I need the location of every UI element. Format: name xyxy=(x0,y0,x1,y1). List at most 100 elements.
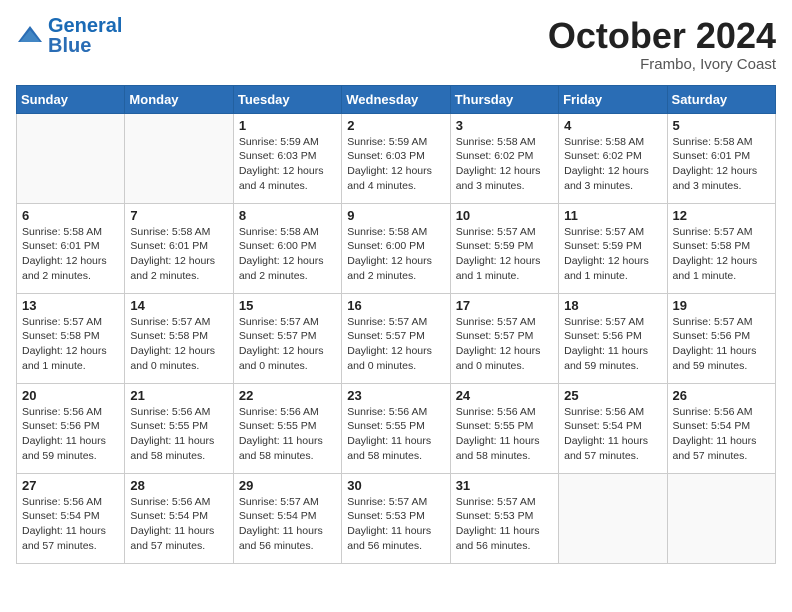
table-row: 29 Sunrise: 5:57 AM Sunset: 5:54 PM Dayli… xyxy=(233,473,341,563)
day-info: Sunrise: 5:58 AM Sunset: 6:01 PM Dayligh… xyxy=(673,135,770,194)
day-info: Sunrise: 5:56 AM Sunset: 5:55 PM Dayligh… xyxy=(130,405,227,464)
calendar-header-row: Sunday Monday Tuesday Wednesday Thursday… xyxy=(17,85,776,113)
header-saturday: Saturday xyxy=(667,85,775,113)
location-subtitle: Frambo, Ivory Coast xyxy=(548,56,776,73)
page-header: GeneralBlue October 2024 Frambo, Ivory C… xyxy=(16,16,776,73)
day-info: Sunrise: 5:58 AM Sunset: 6:00 PM Dayligh… xyxy=(347,225,444,284)
table-row: 4 Sunrise: 5:58 AM Sunset: 6:02 PM Daylig… xyxy=(559,113,667,203)
day-info: Sunrise: 5:57 AM Sunset: 5:57 PM Dayligh… xyxy=(456,315,553,374)
day-number: 1 xyxy=(239,118,336,133)
day-info: Sunrise: 5:58 AM Sunset: 6:02 PM Dayligh… xyxy=(456,135,553,194)
header-friday: Friday xyxy=(559,85,667,113)
header-monday: Monday xyxy=(125,85,233,113)
table-row: 28Sunrise: 5:56 AM Sunset: 5:54 PM Dayli… xyxy=(125,473,233,563)
day-number: 27 xyxy=(22,478,119,493)
day-info: Sunrise: 5:56 AM Sunset: 5:56 PM Dayligh… xyxy=(22,405,119,464)
table-row: 9 Sunrise: 5:58 AM Sunset: 6:00 PM Daylig… xyxy=(342,203,450,293)
month-title: October 2024 xyxy=(548,16,776,56)
table-row: 21 Sunrise: 5:56 AM Sunset: 5:55 PM Dayli… xyxy=(125,383,233,473)
day-info: Sunrise: 5:58 AM Sunset: 6:00 PM Dayligh… xyxy=(239,225,336,284)
table-row: 24 Sunrise: 5:56 AM Sunset: 5:55 PM Dayli… xyxy=(450,383,558,473)
table-row: 6Sunrise: 5:58 AM Sunset: 6:01 PM Daylig… xyxy=(17,203,125,293)
logo-text: GeneralBlue xyxy=(48,16,122,56)
day-info: Sunrise: 5:59 AM Sunset: 6:03 PM Dayligh… xyxy=(347,135,444,194)
day-number: 31 xyxy=(456,478,553,493)
table-row: 31 Sunrise: 5:57 AM Sunset: 5:53 PM Dayli… xyxy=(450,473,558,563)
week-row-1: 1 Sunrise: 5:59 AM Sunset: 6:03 PM Daylig… xyxy=(17,113,776,203)
day-number: 12 xyxy=(673,208,770,223)
header-thursday: Thursday xyxy=(450,85,558,113)
day-number: 17 xyxy=(456,298,553,313)
table-row: 10Sunrise: 5:57 AM Sunset: 5:59 PM Dayli… xyxy=(450,203,558,293)
day-number: 29 xyxy=(239,478,336,493)
table-row xyxy=(667,473,775,563)
table-row: 25 Sunrise: 5:56 AM Sunset: 5:54 PM Dayli… xyxy=(559,383,667,473)
day-number: 24 xyxy=(456,388,553,403)
day-number: 13 xyxy=(22,298,119,313)
day-number: 23 xyxy=(347,388,444,403)
title-block: October 2024 Frambo, Ivory Coast xyxy=(548,16,776,73)
day-info: Sunrise: 5:58 AM Sunset: 6:02 PM Dayligh… xyxy=(564,135,661,194)
day-number: 2 xyxy=(347,118,444,133)
day-info: Sunrise: 5:57 AM Sunset: 5:53 PM Dayligh… xyxy=(456,495,553,554)
table-row: 1 Sunrise: 5:59 AM Sunset: 6:03 PM Daylig… xyxy=(233,113,341,203)
day-number: 28 xyxy=(130,478,227,493)
week-row-2: 6Sunrise: 5:58 AM Sunset: 6:01 PM Daylig… xyxy=(17,203,776,293)
table-row: 22Sunrise: 5:56 AM Sunset: 5:55 PM Dayli… xyxy=(233,383,341,473)
table-row: 18 Sunrise: 5:57 AM Sunset: 5:56 PM Dayli… xyxy=(559,293,667,383)
day-number: 8 xyxy=(239,208,336,223)
day-info: Sunrise: 5:57 AM Sunset: 5:58 PM Dayligh… xyxy=(673,225,770,284)
day-number: 7 xyxy=(130,208,227,223)
table-row: 3 Sunrise: 5:58 AM Sunset: 6:02 PM Daylig… xyxy=(450,113,558,203)
table-row xyxy=(125,113,233,203)
table-row: 16Sunrise: 5:57 AM Sunset: 5:57 PM Dayli… xyxy=(342,293,450,383)
day-number: 14 xyxy=(130,298,227,313)
day-number: 11 xyxy=(564,208,661,223)
table-row: 11 Sunrise: 5:57 AM Sunset: 5:59 PM Dayli… xyxy=(559,203,667,293)
day-number: 19 xyxy=(673,298,770,313)
day-info: Sunrise: 5:59 AM Sunset: 6:03 PM Dayligh… xyxy=(239,135,336,194)
table-row xyxy=(17,113,125,203)
table-row: 14 Sunrise: 5:57 AM Sunset: 5:58 PM Dayli… xyxy=(125,293,233,383)
table-row: 17 Sunrise: 5:57 AM Sunset: 5:57 PM Dayli… xyxy=(450,293,558,383)
table-row: 27Sunrise: 5:56 AM Sunset: 5:54 PM Dayli… xyxy=(17,473,125,563)
day-number: 18 xyxy=(564,298,661,313)
day-info: Sunrise: 5:57 AM Sunset: 5:56 PM Dayligh… xyxy=(564,315,661,374)
day-number: 21 xyxy=(130,388,227,403)
day-info: Sunrise: 5:56 AM Sunset: 5:55 PM Dayligh… xyxy=(347,405,444,464)
day-info: Sunrise: 5:57 AM Sunset: 5:53 PM Dayligh… xyxy=(347,495,444,554)
day-number: 4 xyxy=(564,118,661,133)
day-number: 20 xyxy=(22,388,119,403)
logo: GeneralBlue xyxy=(16,16,122,56)
day-number: 25 xyxy=(564,388,661,403)
day-number: 22 xyxy=(239,388,336,403)
header-tuesday: Tuesday xyxy=(233,85,341,113)
day-number: 5 xyxy=(673,118,770,133)
table-row: 19Sunrise: 5:57 AM Sunset: 5:56 PM Dayli… xyxy=(667,293,775,383)
day-info: Sunrise: 5:57 AM Sunset: 5:58 PM Dayligh… xyxy=(130,315,227,374)
week-row-4: 20 Sunrise: 5:56 AM Sunset: 5:56 PM Dayli… xyxy=(17,383,776,473)
day-number: 3 xyxy=(456,118,553,133)
table-row: 12 Sunrise: 5:57 AM Sunset: 5:58 PM Dayli… xyxy=(667,203,775,293)
day-info: Sunrise: 5:56 AM Sunset: 5:55 PM Dayligh… xyxy=(456,405,553,464)
day-info: Sunrise: 5:56 AM Sunset: 5:54 PM Dayligh… xyxy=(673,405,770,464)
table-row: 15Sunrise: 5:57 AM Sunset: 5:57 PM Dayli… xyxy=(233,293,341,383)
day-info: Sunrise: 5:56 AM Sunset: 5:54 PM Dayligh… xyxy=(564,405,661,464)
day-info: Sunrise: 5:58 AM Sunset: 6:01 PM Dayligh… xyxy=(130,225,227,284)
table-row: 23 Sunrise: 5:56 AM Sunset: 5:55 PM Dayli… xyxy=(342,383,450,473)
day-number: 9 xyxy=(347,208,444,223)
day-info: Sunrise: 5:57 AM Sunset: 5:59 PM Dayligh… xyxy=(564,225,661,284)
day-number: 30 xyxy=(347,478,444,493)
table-row: 8 Sunrise: 5:58 AM Sunset: 6:00 PM Daylig… xyxy=(233,203,341,293)
day-info: Sunrise: 5:57 AM Sunset: 5:54 PM Dayligh… xyxy=(239,495,336,554)
calendar-table: Sunday Monday Tuesday Wednesday Thursday… xyxy=(16,85,776,564)
day-info: Sunrise: 5:57 AM Sunset: 5:58 PM Dayligh… xyxy=(22,315,119,374)
day-number: 26 xyxy=(673,388,770,403)
table-row: 20 Sunrise: 5:56 AM Sunset: 5:56 PM Dayli… xyxy=(17,383,125,473)
header-wednesday: Wednesday xyxy=(342,85,450,113)
table-row: 26 Sunrise: 5:56 AM Sunset: 5:54 PM Dayli… xyxy=(667,383,775,473)
table-row xyxy=(559,473,667,563)
table-row: 30 Sunrise: 5:57 AM Sunset: 5:53 PM Dayli… xyxy=(342,473,450,563)
day-number: 10 xyxy=(456,208,553,223)
table-row: 2 Sunrise: 5:59 AM Sunset: 6:03 PM Daylig… xyxy=(342,113,450,203)
